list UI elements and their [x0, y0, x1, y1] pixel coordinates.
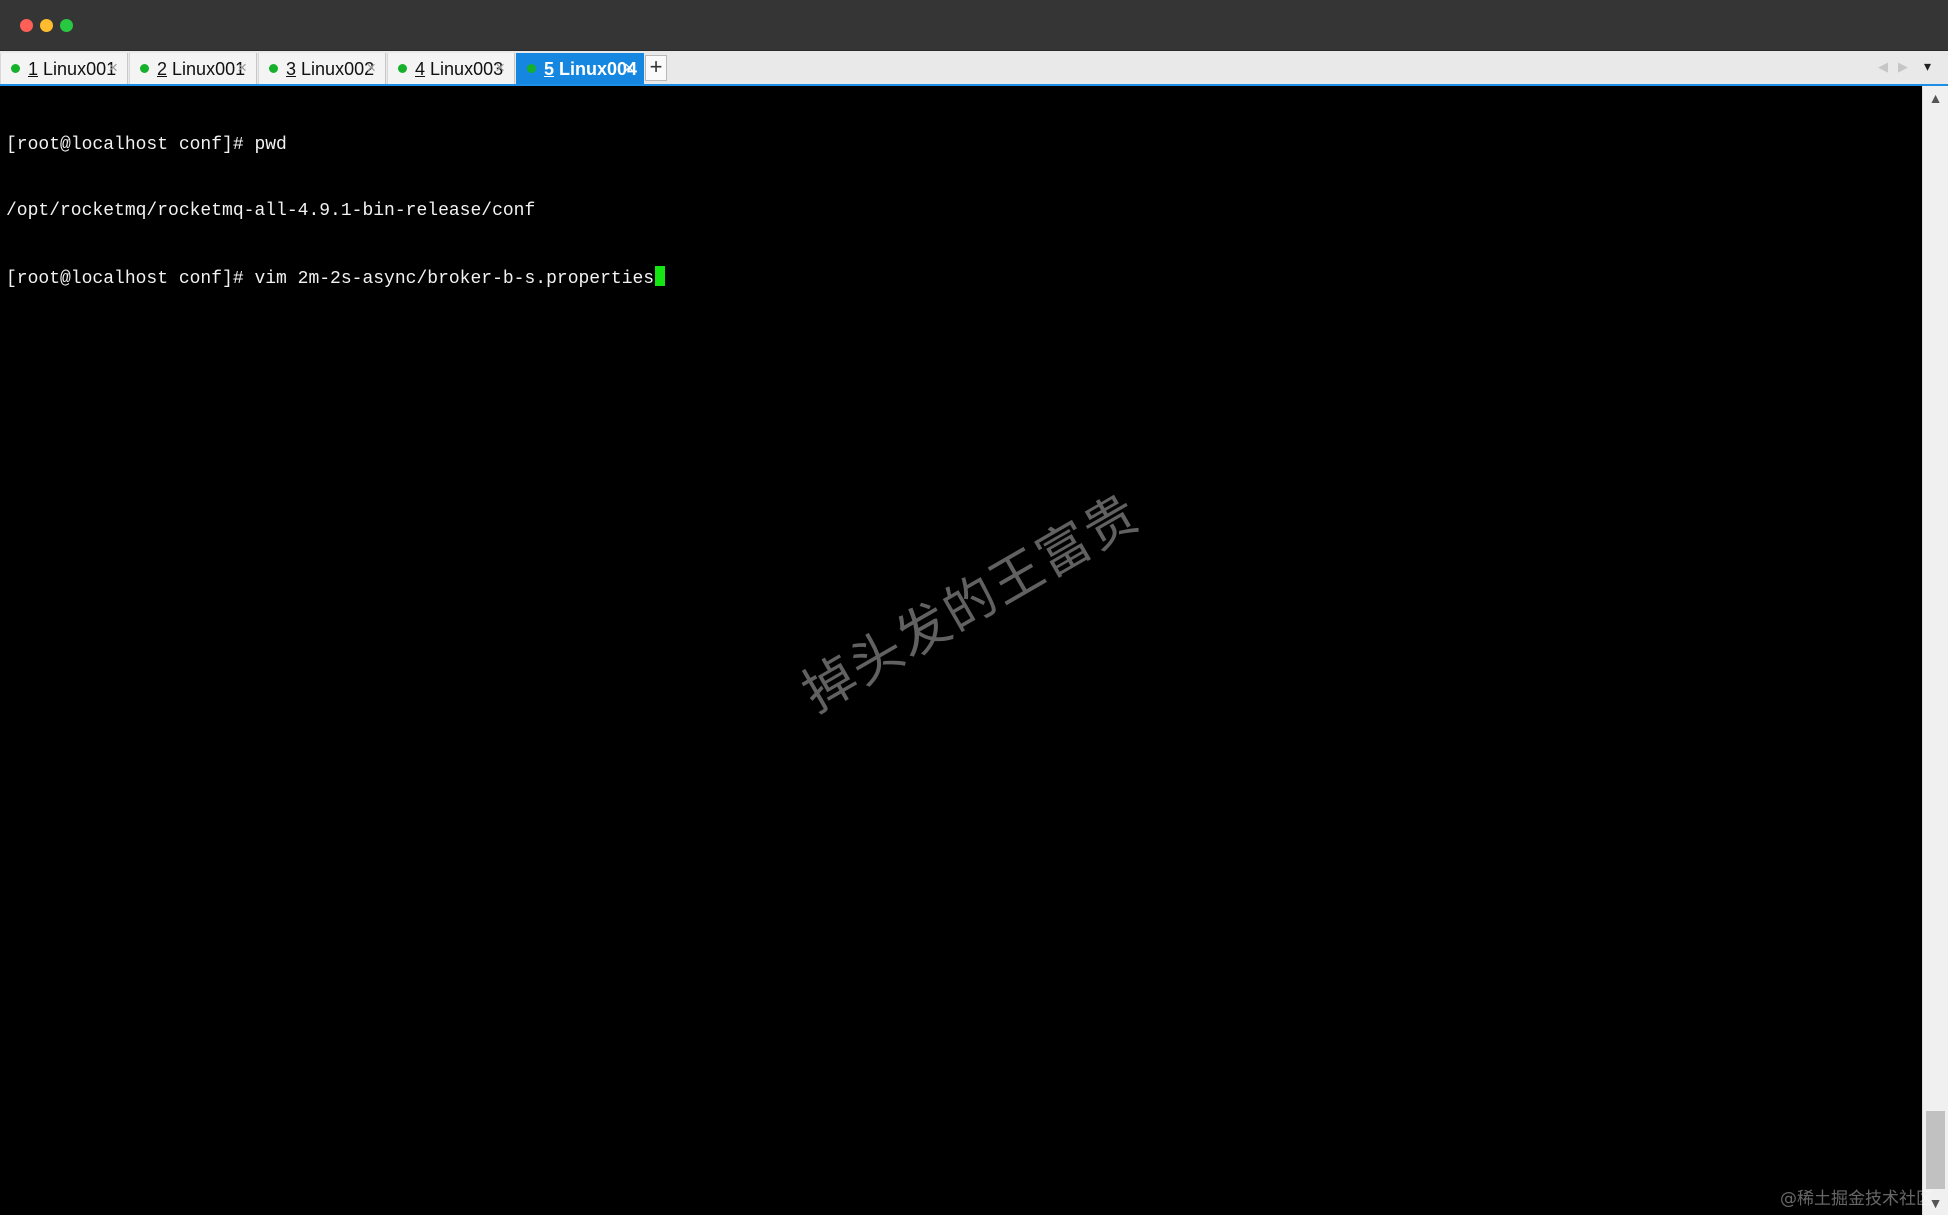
terminal-line: [root@localhost conf]# vim 2m-2s-async/b… [6, 266, 666, 289]
tab-label: 4 Linux003 [415, 59, 504, 79]
maximize-window-button[interactable] [60, 19, 73, 32]
minimize-window-button[interactable] [40, 19, 53, 32]
scroll-up-icon[interactable]: ▲ [1923, 86, 1948, 110]
tab-close-icon[interactable]: × [495, 58, 505, 78]
tab-label: 3 Linux002 [286, 59, 375, 79]
terminal-line: /opt/rocketmq/rocketmq-all-4.9.1-bin-rel… [6, 201, 536, 221]
tab-scroll-right-icon[interactable]: ▶ [1898, 58, 1908, 76]
tab-close-icon[interactable]: × [108, 58, 118, 78]
vertical-scrollbar[interactable]: ▲ ▼ [1922, 86, 1948, 1215]
title-bar [0, 0, 1948, 51]
tab-3[interactable]: 3 Linux002 × [258, 53, 386, 84]
connection-status-icon [398, 64, 407, 73]
terminal-lines: [root@localhost conf]# pwd /opt/rocketmq… [6, 90, 666, 332]
tab-label: 1 Linux001 [28, 59, 117, 79]
connection-status-icon [11, 64, 20, 73]
tab-bar: 1 Linux001 × 2 Linux001 × 3 Linux002 × 4… [0, 51, 1948, 86]
tab-close-icon[interactable]: × [237, 58, 247, 78]
source-watermark: @稀土掘金技术社区 [1780, 1189, 1933, 1209]
tab-close-icon[interactable]: × [366, 58, 376, 78]
connection-status-icon [527, 64, 536, 73]
new-tab-button[interactable]: + [645, 55, 667, 81]
tab-1[interactable]: 1 Linux001 × [0, 53, 128, 84]
tab-4[interactable]: 4 Linux003 × [387, 53, 515, 84]
tab-menu-chevron-down-icon[interactable]: ▾ [1924, 57, 1931, 75]
connection-status-icon [269, 64, 278, 73]
scrollbar-thumb[interactable] [1926, 1111, 1945, 1189]
terminal-command: [root@localhost conf]# vim 2m-2s-async/b… [6, 269, 655, 289]
terminal-window: 1 Linux001 × 2 Linux001 × 3 Linux002 × 4… [0, 0, 1948, 1215]
tab-5-active[interactable]: 5 Linux004 × [516, 53, 644, 84]
tab-scroll-left-icon[interactable]: ◀ [1878, 58, 1888, 76]
connection-status-icon [140, 64, 149, 73]
watermark-text: 掉头发的王富贵 [792, 483, 1151, 725]
terminal-line: [root@localhost conf]# pwd [6, 135, 287, 155]
close-window-button[interactable] [20, 19, 33, 32]
tab-label: 2 Linux001 [157, 59, 246, 79]
tab-close-icon[interactable]: × [624, 58, 634, 78]
text-cursor [655, 266, 666, 286]
terminal-output[interactable]: [root@localhost conf]# pwd /opt/rocketmq… [0, 86, 1922, 1215]
tab-2[interactable]: 2 Linux001 × [129, 53, 257, 84]
